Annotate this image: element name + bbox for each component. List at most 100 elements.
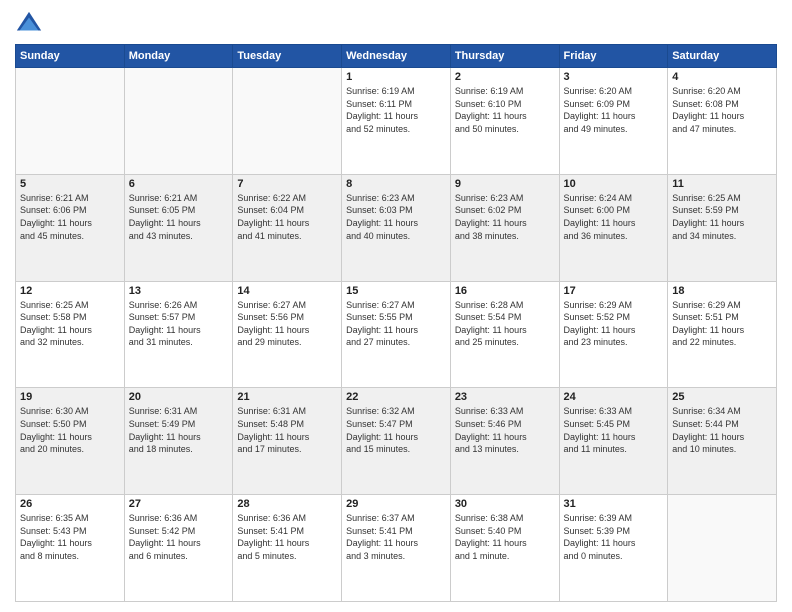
day-info: Sunrise: 6:39 AMSunset: 5:39 PMDaylight:… bbox=[564, 512, 664, 562]
calendar-cell: 3 Sunrise: 6:20 AMSunset: 6:09 PMDaylight… bbox=[559, 68, 668, 175]
calendar-cell: 13 Sunrise: 6:26 AMSunset: 5:57 PMDayligh… bbox=[124, 281, 233, 388]
calendar-cell: 8 Sunrise: 6:23 AMSunset: 6:03 PMDaylight… bbox=[342, 174, 451, 281]
day-info: Sunrise: 6:29 AMSunset: 5:51 PMDaylight:… bbox=[672, 299, 772, 349]
day-info: Sunrise: 6:23 AMSunset: 6:02 PMDaylight:… bbox=[455, 192, 555, 242]
day-info: Sunrise: 6:32 AMSunset: 5:47 PMDaylight:… bbox=[346, 405, 446, 455]
day-info: Sunrise: 6:26 AMSunset: 5:57 PMDaylight:… bbox=[129, 299, 229, 349]
day-info: Sunrise: 6:36 AMSunset: 5:41 PMDaylight:… bbox=[237, 512, 337, 562]
day-info: Sunrise: 6:20 AMSunset: 6:08 PMDaylight:… bbox=[672, 85, 772, 135]
calendar-cell bbox=[16, 68, 125, 175]
calendar-cell: 20 Sunrise: 6:31 AMSunset: 5:49 PMDayligh… bbox=[124, 388, 233, 495]
calendar-cell: 22 Sunrise: 6:32 AMSunset: 5:47 PMDayligh… bbox=[342, 388, 451, 495]
calendar-cell: 24Sunrise: 6:33 AMSunset: 5:45 PMDayligh… bbox=[559, 388, 668, 495]
day-info: Sunrise: 6:22 AMSunset: 6:04 PMDaylight:… bbox=[237, 192, 337, 242]
day-number: 23 bbox=[455, 391, 555, 403]
calendar-cell: 9 Sunrise: 6:23 AMSunset: 6:02 PMDaylight… bbox=[450, 174, 559, 281]
day-number: 27 bbox=[129, 498, 229, 510]
day-info: Sunrise: 6:37 AMSunset: 5:41 PMDaylight:… bbox=[346, 512, 446, 562]
day-info: Sunrise: 6:23 AMSunset: 6:03 PMDaylight:… bbox=[346, 192, 446, 242]
day-info: Sunrise: 6:38 AMSunset: 5:40 PMDaylight:… bbox=[455, 512, 555, 562]
day-info: Sunrise: 6:21 AMSunset: 6:06 PMDaylight:… bbox=[20, 192, 120, 242]
weekday-header-sunday: Sunday bbox=[16, 45, 125, 68]
day-info: Sunrise: 6:33 AMSunset: 5:46 PMDaylight:… bbox=[455, 405, 555, 455]
day-number: 15 bbox=[346, 285, 446, 297]
day-info: Sunrise: 6:29 AMSunset: 5:52 PMDaylight:… bbox=[564, 299, 664, 349]
day-number: 16 bbox=[455, 285, 555, 297]
day-number: 14 bbox=[237, 285, 337, 297]
day-number: 7 bbox=[237, 178, 337, 190]
day-info: Sunrise: 6:19 AMSunset: 6:11 PMDaylight:… bbox=[346, 85, 446, 135]
logo-icon bbox=[15, 10, 43, 38]
day-number: 12 bbox=[20, 285, 120, 297]
day-number: 3 bbox=[564, 71, 664, 83]
day-info: Sunrise: 6:27 AMSunset: 5:56 PMDaylight:… bbox=[237, 299, 337, 349]
calendar-cell bbox=[124, 68, 233, 175]
calendar-cell: 4 Sunrise: 6:20 AMSunset: 6:08 PMDaylight… bbox=[668, 68, 777, 175]
calendar-cell: 29 Sunrise: 6:37 AMSunset: 5:41 PMDayligh… bbox=[342, 495, 451, 602]
day-info: Sunrise: 6:31 AMSunset: 5:48 PMDaylight:… bbox=[237, 405, 337, 455]
day-number: 21 bbox=[237, 391, 337, 403]
calendar-cell: 15Sunrise: 6:27 AMSunset: 5:55 PMDayligh… bbox=[342, 281, 451, 388]
day-number: 25 bbox=[672, 391, 772, 403]
week-row-1: 1Sunrise: 6:19 AMSunset: 6:11 PMDaylight… bbox=[16, 68, 777, 175]
day-number: 4 bbox=[672, 71, 772, 83]
day-number: 6 bbox=[129, 178, 229, 190]
day-info: Sunrise: 6:21 AMSunset: 6:05 PMDaylight:… bbox=[129, 192, 229, 242]
weekday-header-wednesday: Wednesday bbox=[342, 45, 451, 68]
calendar-cell: 6 Sunrise: 6:21 AMSunset: 6:05 PMDaylight… bbox=[124, 174, 233, 281]
calendar-cell: 26Sunrise: 6:35 AMSunset: 5:43 PMDayligh… bbox=[16, 495, 125, 602]
day-number: 5 bbox=[20, 178, 120, 190]
calendar-table: SundayMondayTuesdayWednesdayThursdayFrid… bbox=[15, 44, 777, 602]
calendar-cell: 27 Sunrise: 6:36 AMSunset: 5:42 PMDayligh… bbox=[124, 495, 233, 602]
weekday-header-friday: Friday bbox=[559, 45, 668, 68]
day-info: Sunrise: 6:19 AMSunset: 6:10 PMDaylight:… bbox=[455, 85, 555, 135]
weekday-header-thursday: Thursday bbox=[450, 45, 559, 68]
weekday-header-row: SundayMondayTuesdayWednesdayThursdayFrid… bbox=[16, 45, 777, 68]
weekday-header-monday: Monday bbox=[124, 45, 233, 68]
page: SundayMondayTuesdayWednesdayThursdayFrid… bbox=[0, 0, 792, 612]
calendar-cell: 2 Sunrise: 6:19 AMSunset: 6:10 PMDaylight… bbox=[450, 68, 559, 175]
day-number: 19 bbox=[20, 391, 120, 403]
calendar-cell: 14 Sunrise: 6:27 AMSunset: 5:56 PMDayligh… bbox=[233, 281, 342, 388]
day-info: Sunrise: 6:35 AMSunset: 5:43 PMDaylight:… bbox=[20, 512, 120, 562]
calendar-cell: 28 Sunrise: 6:36 AMSunset: 5:41 PMDayligh… bbox=[233, 495, 342, 602]
calendar-cell: 30 Sunrise: 6:38 AMSunset: 5:40 PMDayligh… bbox=[450, 495, 559, 602]
day-info: Sunrise: 6:33 AMSunset: 5:45 PMDaylight:… bbox=[564, 405, 664, 455]
day-info: Sunrise: 6:20 AMSunset: 6:09 PMDaylight:… bbox=[564, 85, 664, 135]
day-number: 13 bbox=[129, 285, 229, 297]
calendar-cell: 11Sunrise: 6:25 AMSunset: 5:59 PMDayligh… bbox=[668, 174, 777, 281]
calendar-cell: 12Sunrise: 6:25 AMSunset: 5:58 PMDayligh… bbox=[16, 281, 125, 388]
weekday-header-tuesday: Tuesday bbox=[233, 45, 342, 68]
day-number: 9 bbox=[455, 178, 555, 190]
day-number: 20 bbox=[129, 391, 229, 403]
day-number: 17 bbox=[564, 285, 664, 297]
logo bbox=[15, 10, 47, 38]
calendar-cell: 21 Sunrise: 6:31 AMSunset: 5:48 PMDayligh… bbox=[233, 388, 342, 495]
day-number: 30 bbox=[455, 498, 555, 510]
calendar-cell: 31 Sunrise: 6:39 AMSunset: 5:39 PMDayligh… bbox=[559, 495, 668, 602]
calendar-cell: 19 Sunrise: 6:30 AMSunset: 5:50 PMDayligh… bbox=[16, 388, 125, 495]
header bbox=[15, 10, 777, 38]
week-row-2: 5 Sunrise: 6:21 AMSunset: 6:06 PMDaylight… bbox=[16, 174, 777, 281]
calendar-cell: 1Sunrise: 6:19 AMSunset: 6:11 PMDaylight… bbox=[342, 68, 451, 175]
day-number: 29 bbox=[346, 498, 446, 510]
day-info: Sunrise: 6:24 AMSunset: 6:00 PMDaylight:… bbox=[564, 192, 664, 242]
day-info: Sunrise: 6:30 AMSunset: 5:50 PMDaylight:… bbox=[20, 405, 120, 455]
day-number: 2 bbox=[455, 71, 555, 83]
week-row-4: 19 Sunrise: 6:30 AMSunset: 5:50 PMDayligh… bbox=[16, 388, 777, 495]
week-row-5: 26Sunrise: 6:35 AMSunset: 5:43 PMDayligh… bbox=[16, 495, 777, 602]
day-number: 28 bbox=[237, 498, 337, 510]
day-info: Sunrise: 6:28 AMSunset: 5:54 PMDaylight:… bbox=[455, 299, 555, 349]
week-row-3: 12Sunrise: 6:25 AMSunset: 5:58 PMDayligh… bbox=[16, 281, 777, 388]
day-number: 31 bbox=[564, 498, 664, 510]
day-number: 22 bbox=[346, 391, 446, 403]
day-number: 11 bbox=[672, 178, 772, 190]
calendar-cell: 5 Sunrise: 6:21 AMSunset: 6:06 PMDaylight… bbox=[16, 174, 125, 281]
day-info: Sunrise: 6:31 AMSunset: 5:49 PMDaylight:… bbox=[129, 405, 229, 455]
day-number: 8 bbox=[346, 178, 446, 190]
calendar-cell: 23 Sunrise: 6:33 AMSunset: 5:46 PMDayligh… bbox=[450, 388, 559, 495]
calendar-cell: 7 Sunrise: 6:22 AMSunset: 6:04 PMDaylight… bbox=[233, 174, 342, 281]
day-number: 18 bbox=[672, 285, 772, 297]
day-info: Sunrise: 6:36 AMSunset: 5:42 PMDaylight:… bbox=[129, 512, 229, 562]
calendar-cell: 10Sunrise: 6:24 AMSunset: 6:00 PMDayligh… bbox=[559, 174, 668, 281]
